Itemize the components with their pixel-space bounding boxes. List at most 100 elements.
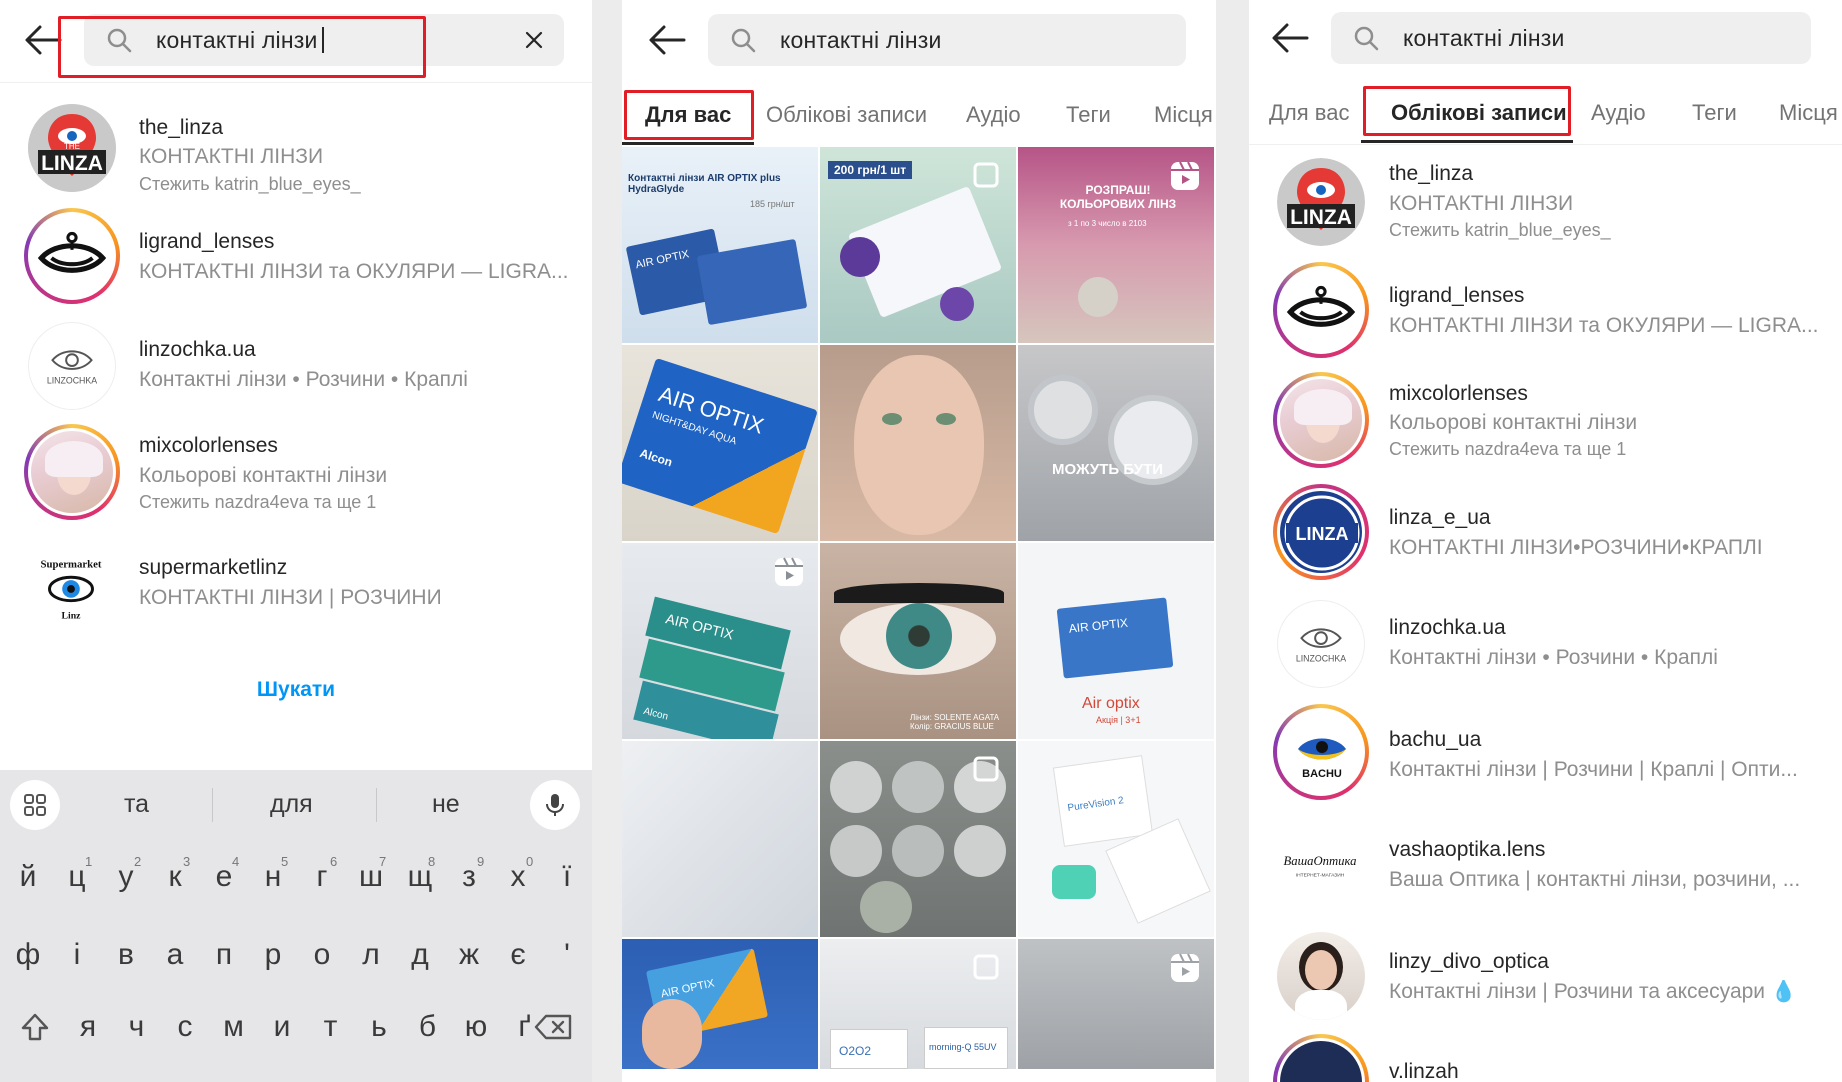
account-description: КОНТАКТНІ ЛІНЗИ [1389, 192, 1574, 215]
box-label: O2O2 [839, 1044, 872, 1058]
account-row[interactable]: THE LINZA the_linza КОНТАКТНІ ЛІНЗИ Стежи… [0, 98, 592, 198]
shift-icon[interactable] [18, 1010, 52, 1044]
keyboard-key[interactable]: б [408, 1010, 448, 1044]
post-caption: 185 грн/шт [750, 199, 795, 209]
grid-post[interactable]: AIR OPTIX Air optix Акція | 3+1 [1018, 543, 1214, 739]
search-input[interactable]: контактні лінзи [708, 14, 1186, 66]
grid-post[interactable]: O2O2 morning-Q 55UV [820, 939, 1016, 1069]
tab-accounts[interactable]: Облікові записи [1391, 100, 1567, 126]
suggestion-word[interactable]: для [270, 790, 313, 819]
grid-post[interactable]: РОЗПРАШ! КОЛЬОРОВИХ ЛІНЗ з 1 по 3 число … [1018, 147, 1214, 343]
keyboard-key[interactable]: д [400, 938, 440, 972]
apps-grid-icon[interactable] [10, 780, 60, 830]
search-panel-accounts: контактні лінзи Для вас Облікові записи … [1249, 0, 1842, 1082]
username: linzochka.ua [139, 338, 256, 361]
grid-post[interactable]: AIR OPTIX Alcon [622, 543, 818, 739]
keyboard-key[interactable]: є [498, 938, 538, 972]
grid-post[interactable] [820, 741, 1016, 937]
keyboard-key[interactable]: ь [359, 1010, 399, 1044]
grid-post[interactable]: Контактні лінзи AIR OPTIX plus HydraGlyd… [622, 147, 818, 343]
account-row[interactable]: LINZOCHKA linzochka.ua Контактні лінзи •… [1249, 596, 1842, 696]
keyboard-key[interactable]: л [351, 938, 391, 972]
lens-case [1052, 865, 1096, 899]
keyboard-key[interactable]: с [165, 1010, 205, 1044]
tab-for-you[interactable]: Для вас [1269, 100, 1349, 126]
account-row[interactable]: ligrand_lenses КОНТАКТНІ ЛІНЗИ та ОКУЛЯР… [0, 208, 592, 308]
search-input[interactable]: контактні лінзи [84, 14, 564, 66]
keyboard-key[interactable]: т [311, 1010, 351, 1044]
backspace-icon[interactable] [534, 1010, 574, 1044]
account-row[interactable]: linzy_divo_optica Контактні лінзи | Розч… [1249, 928, 1842, 1028]
account-row[interactable]: mixcolorlenses Кольорові контактні лінзи… [1249, 372, 1842, 472]
back-arrow-icon[interactable] [648, 22, 686, 58]
grid-post[interactable] [1018, 939, 1214, 1069]
clear-search-icon[interactable] [522, 28, 546, 52]
tab-audio[interactable]: Аудіо [966, 102, 1021, 128]
account-row[interactable]: ВашаОптика ІНТЕРНЕТ-МАГАЗИН vashaoptika.l… [1249, 816, 1842, 916]
tab-for-you[interactable]: Для вас [645, 102, 731, 128]
tab-places[interactable]: Місця [1154, 102, 1213, 128]
keyboard-key[interactable]: м [214, 1010, 254, 1044]
grid-post[interactable]: AIR OPTIX NIGHT&DAY AQUA Alcon [622, 345, 818, 541]
keyboard-key[interactable]: р [253, 938, 293, 972]
keyboard-key[interactable]: і [57, 938, 97, 972]
grid-post[interactable]: AIR OPTIX [622, 939, 818, 1069]
back-arrow-icon[interactable] [1271, 20, 1309, 56]
grid-post[interactable]: МОЖУТЬ БУТИ [1018, 345, 1214, 541]
account-description: КОНТАКТНІ ЛІНЗИ | РОЗЧИНИ [139, 586, 442, 609]
tab-audio[interactable]: Аудіо [1591, 100, 1646, 126]
post-caption: Лінзи: SOLENTE AGATA Колір: GRACIUS BLUE [910, 713, 999, 731]
account-row[interactable]: v.linzah [1249, 1034, 1842, 1082]
back-arrow-icon[interactable] [24, 22, 62, 58]
keyboard-key[interactable]: и [262, 1010, 302, 1044]
flower-decoration [940, 287, 974, 321]
search-input[interactable]: контактні лінзи [1331, 12, 1811, 64]
keyboard-key[interactable]: п [204, 938, 244, 972]
keyboard-key[interactable]: ю [456, 1010, 496, 1044]
account-row[interactable]: LINZOCHKA linzochka.ua Контактні лінзи •… [0, 318, 592, 418]
keyboard-key[interactable]: в [106, 938, 146, 972]
username: linzochka.ua [1389, 616, 1506, 639]
account-row[interactable]: mixcolorlenses Кольорові контактні лінзи… [0, 424, 592, 524]
keyboard-key-hint: 4 [232, 854, 240, 869]
keyboard-key[interactable]: я [68, 1010, 108, 1044]
keyboard-key[interactable]: ' [547, 938, 587, 972]
grid-post[interactable]: 200 грн/1 шт [820, 147, 1016, 343]
account-description: Ваша Оптика | контактні лінзи, розчини, … [1389, 868, 1801, 891]
account-row[interactable]: LINZA the_linza КОНТАКТНІ ЛІНЗИ Стежить … [1249, 152, 1842, 252]
keyboard-key-hint: 6 [330, 854, 338, 869]
grid-post[interactable] [622, 741, 818, 937]
account-row[interactable]: LINZA linza_e_ua КОНТАКТНІ ЛІНЗИ•РОЗЧИНИ… [1249, 484, 1842, 584]
carousel-icon [970, 753, 1004, 787]
carousel-icon [970, 951, 1004, 985]
keyboard-key[interactable]: ї [547, 860, 587, 894]
suggestion-word[interactable]: не [432, 790, 460, 819]
keyboard-key[interactable]: ж [449, 938, 489, 972]
photo-background [622, 741, 818, 937]
tab-places[interactable]: Місця [1779, 100, 1838, 126]
account-row[interactable]: Supermarket Linz supermarketlinz КОНТАКТН… [0, 540, 592, 640]
grid-post[interactable]: PureVision 2 [1018, 741, 1214, 937]
keyboard-key[interactable]: а [155, 938, 195, 972]
grid-post[interactable] [820, 345, 1016, 541]
keyboard-key[interactable]: о [302, 938, 342, 972]
keyboard-key[interactable]: й [8, 860, 48, 894]
tab-tags[interactable]: Теги [1692, 100, 1737, 126]
search-all-link[interactable]: Шукати [0, 678, 592, 702]
followed-by: Стежить nazdra4eva та ще 1 [1389, 439, 1627, 459]
account-row[interactable]: ligrand_lenses КОНТАКТНІ ЛІНЗИ та ОКУЛЯР… [1249, 262, 1842, 362]
keyboard-key[interactable]: ф [8, 938, 48, 972]
grid-post[interactable]: Лінзи: SOLENTE AGATA Колір: GRACIUS BLUE [820, 543, 1016, 739]
keyboard-key[interactable]: ч [117, 1010, 157, 1044]
post-caption: Air optix [1082, 695, 1140, 712]
logo-text: ІНТЕРНЕТ-МАГАЗИН [1296, 873, 1345, 879]
account-row[interactable]: BACHU bachu_ua Контактні лінзи | Розчини… [1249, 704, 1842, 804]
avatar-linzochka: LINZOCHKA [28, 322, 116, 410]
panel-separator [592, 0, 622, 1082]
suggestion-word[interactable]: та [124, 790, 149, 819]
suggestion-divider [212, 788, 213, 822]
tab-tags[interactable]: Теги [1066, 102, 1111, 128]
username: vashaoptika.lens [1389, 838, 1546, 861]
tab-accounts[interactable]: Облікові записи [766, 102, 927, 128]
microphone-icon[interactable] [530, 780, 580, 830]
